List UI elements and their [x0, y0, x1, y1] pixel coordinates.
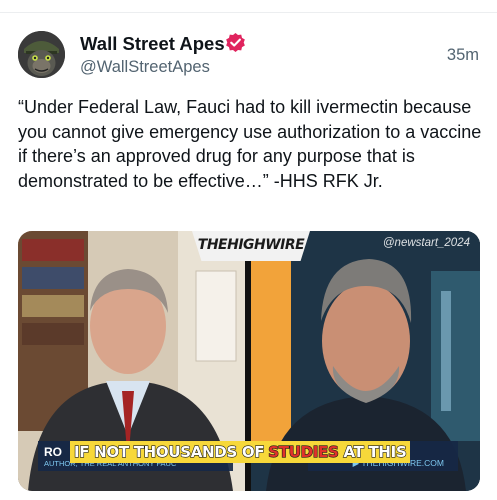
video-caption: IF NOT THOUSANDS OF STUDIES AT THIS: [70, 441, 411, 463]
post-timestamp[interactable]: 35m: [447, 46, 479, 65]
caption-part-2: STUDIES: [268, 442, 340, 461]
post-body-text: “Under Federal Law, Fauci had to kill iv…: [18, 97, 482, 191]
caption-part-1: IF NOT THOUSANDS OF: [73, 442, 265, 461]
ape-avatar-icon: [18, 31, 65, 78]
author-name[interactable]: Wall Street Apes: [80, 33, 225, 55]
author-avatar[interactable]: [18, 31, 65, 78]
highwire-logo-text: THEHIGHWIRE: [197, 237, 305, 253]
lower-third-left-name: RO: [44, 445, 62, 459]
video-watermark: @newstart_2024: [382, 237, 470, 249]
post-video-thumbnail[interactable]: THEHIGHWIRE @newstart_2024 RO AUTHOR, TH…: [18, 231, 480, 491]
verified-badge-icon: [226, 32, 245, 53]
top-divider: [0, 12, 497, 13]
highwire-logo: THEHIGHWIRE: [192, 231, 310, 261]
caption-part-3: AT THIS: [343, 442, 407, 461]
author-handle[interactable]: @WallStreetApes: [80, 58, 210, 77]
